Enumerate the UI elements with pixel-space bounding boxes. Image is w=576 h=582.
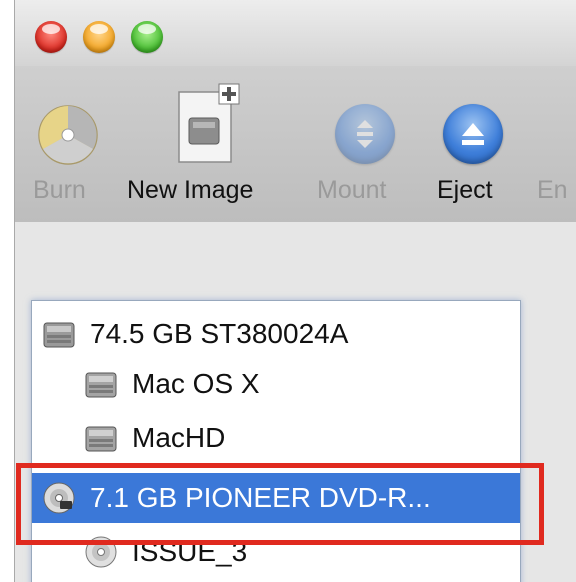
mount-tool[interactable]: Mount [315,66,415,222]
eject-tool[interactable]: Eject [435,66,515,222]
mount-label: Mount [317,176,387,204]
enable-tool[interactable]: En [537,66,576,222]
mount-icon [335,104,395,164]
close-button[interactable] [35,21,67,53]
enable-label: En [537,176,568,204]
burn-icon [38,105,98,165]
minimize-button[interactable] [83,21,115,53]
eject-label: Eject [437,176,493,204]
new-image-label: New Image [127,176,254,204]
title-bar [15,0,576,66]
red-highlight-box [16,463,544,545]
device-label: 74.5 GB ST380024A [90,318,349,349]
volume-row-mac-os-x[interactable]: Mac OS X [32,359,520,409]
toolbar: Burn New Image Mount Eject En [15,66,576,222]
volume-row-machd[interactable]: MacHD [32,413,520,463]
zoom-button[interactable] [131,21,163,53]
eject-icon [443,104,503,164]
volume-label: MacHD [132,422,226,453]
burn-tool[interactable]: Burn [33,66,103,222]
new-image-tool[interactable]: New Image [127,66,287,222]
volume-icon [85,372,117,398]
new-image-icon [178,83,240,163]
volume-icon [85,426,117,452]
hard-disk-icon [43,322,75,348]
device-row-hard-disk[interactable]: 74.5 GB ST380024A [32,309,520,359]
volume-label: Mac OS X [132,368,260,399]
burn-label: Burn [33,176,86,204]
